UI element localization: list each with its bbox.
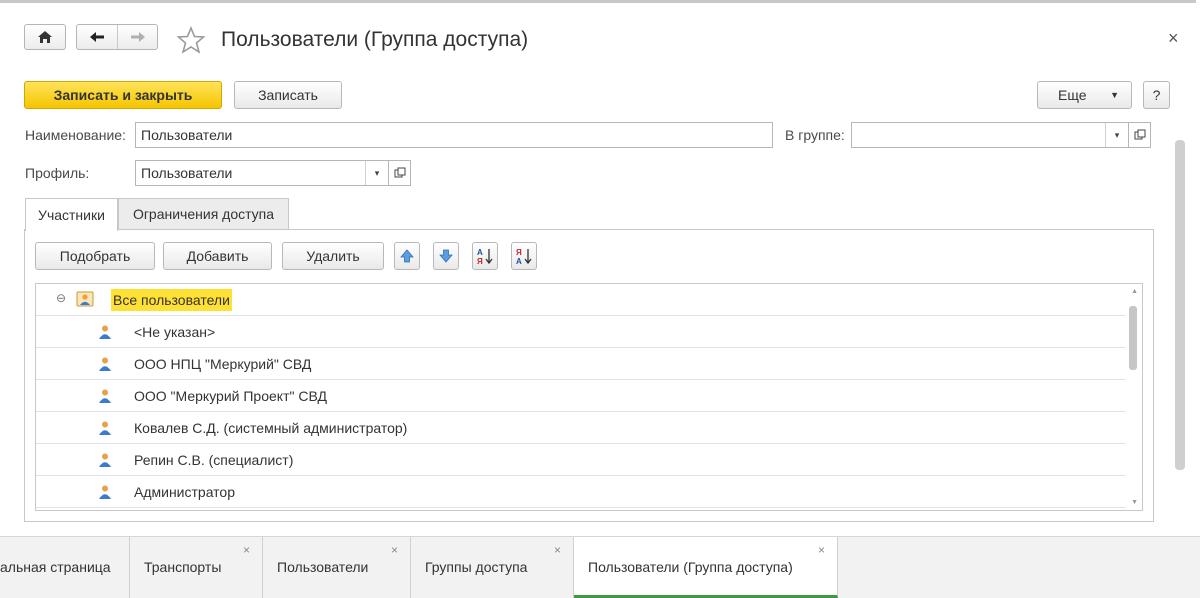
profile-open-button[interactable]	[389, 160, 411, 186]
save-button[interactable]: Записать	[234, 81, 342, 109]
open-window-icon	[1134, 129, 1145, 140]
list-item[interactable]: Администратор	[36, 476, 1126, 508]
list-item-label: ООО "Меркурий Проект" СВД	[134, 388, 327, 404]
list-item[interactable]: ООО НПЦ "Меркурий" СВД	[36, 348, 1126, 380]
user-icon	[98, 388, 112, 407]
group-input[interactable]: ▾	[851, 122, 1129, 148]
close-icon[interactable]: ×	[1168, 28, 1179, 49]
arrow-down-icon	[439, 249, 453, 263]
group-label: В группе:	[785, 127, 845, 143]
group-dropdown-icon[interactable]: ▾	[1105, 123, 1128, 147]
list-item-label: Администратор	[134, 484, 236, 500]
root-label: Все пользователи	[111, 289, 232, 311]
back-button[interactable]	[77, 25, 118, 49]
close-icon[interactable]: ×	[818, 543, 825, 557]
sort-ascending-button[interactable]: А Я	[472, 242, 498, 270]
user-icon	[98, 356, 112, 375]
window-tab-label: Пользователи (Группа доступа)	[588, 559, 793, 575]
sort-ascending-icon: А Я	[477, 248, 493, 266]
move-up-button[interactable]	[394, 242, 420, 270]
user-icon	[98, 452, 112, 471]
more-label: Еще	[1058, 87, 1087, 103]
list-item-root[interactable]: ⊖ Все пользователи	[36, 284, 1126, 316]
svg-text:Я: Я	[477, 257, 483, 266]
open-window-icon	[394, 167, 405, 178]
open-windows-bar: альная страница Транспорты × Пользовател…	[0, 536, 1200, 598]
user-icon	[98, 420, 112, 439]
close-icon[interactable]: ×	[554, 543, 561, 557]
scroll-up-icon[interactable]: ▲	[1131, 288, 1138, 295]
home-icon	[38, 31, 52, 43]
page-title: Пользователи (Группа доступа)	[221, 28, 529, 51]
tab-members[interactable]: Участники	[25, 198, 118, 231]
window-tab-label: Пользователи	[277, 559, 369, 575]
window-top-border	[0, 0, 1196, 3]
profile-input[interactable]: Пользователи ▾	[135, 160, 389, 186]
arrow-right-icon	[131, 32, 145, 42]
user-icon	[98, 324, 112, 343]
name-input[interactable]: Пользователи	[135, 122, 773, 148]
delete-button[interactable]: Удалить	[282, 242, 384, 270]
history-nav	[76, 24, 158, 50]
window-tab-access-groups[interactable]: Группы доступа ×	[411, 537, 574, 598]
list-item-label: Репин С.В. (специалист)	[134, 452, 294, 468]
profile-dropdown-icon[interactable]: ▾	[365, 161, 388, 185]
close-icon[interactable]: ×	[391, 543, 398, 557]
save-and-close-button[interactable]: Записать и закрыть	[24, 81, 222, 109]
window-tab-transports[interactable]: Транспорты ×	[130, 537, 263, 598]
svg-text:Я: Я	[516, 248, 522, 257]
user-group-icon	[76, 290, 94, 311]
arrow-up-icon	[400, 249, 414, 263]
arrow-left-icon	[90, 32, 104, 42]
list-item[interactable]: <Не указан>	[36, 316, 1126, 348]
favorite-star-icon[interactable]	[176, 25, 206, 57]
more-menu-button[interactable]: Еще ▼	[1037, 81, 1132, 109]
pick-button[interactable]: Подобрать	[35, 242, 155, 270]
list-item-label: <Не указан>	[134, 324, 216, 340]
list-item-label: ООО НПЦ "Меркурий" СВД	[134, 356, 312, 372]
home-button[interactable]	[24, 24, 66, 50]
window-tab-users-access-group[interactable]: Пользователи (Группа доступа) ×	[574, 537, 838, 598]
svg-text:А: А	[477, 248, 483, 257]
list-item[interactable]: Репин С.В. (специалист)	[36, 444, 1126, 476]
user-icon	[98, 484, 112, 503]
list-item[interactable]: Ковалев С.Д. (системный администратор)	[36, 412, 1126, 444]
window-tab-label: альная страница	[0, 559, 111, 575]
chevron-down-icon: ▼	[1110, 90, 1119, 100]
sort-descending-icon: Я А	[516, 248, 532, 266]
form-scrollbar-thumb[interactable]	[1175, 140, 1185, 470]
list-item-label: Ковалев С.Д. (системный администратор)	[134, 420, 408, 436]
window-tab-users[interactable]: Пользователи ×	[263, 537, 411, 598]
forward-button[interactable]	[118, 25, 158, 49]
group-open-button[interactable]	[1129, 122, 1151, 148]
scroll-down-icon[interactable]: ▼	[1131, 499, 1138, 506]
add-button[interactable]: Добавить	[163, 242, 272, 270]
profile-value: Пользователи	[141, 165, 233, 181]
close-icon[interactable]: ×	[243, 543, 250, 557]
window-tab-label: Группы доступа	[425, 559, 528, 575]
list-item[interactable]: ООО "Меркурий Проект" СВД	[36, 380, 1126, 412]
collapse-icon[interactable]: ⊖	[56, 291, 66, 305]
window-tab-label: Транспорты	[144, 559, 222, 575]
name-label: Наименование:	[25, 127, 126, 143]
help-button[interactable]: ?	[1143, 81, 1170, 109]
scroll-thumb[interactable]	[1129, 306, 1137, 370]
profile-label: Профиль:	[25, 165, 90, 181]
list-scrollbar[interactable]: ▲ ▼	[1126, 284, 1142, 510]
sort-descending-button[interactable]: Я А	[511, 242, 537, 270]
svg-text:А: А	[516, 257, 522, 266]
window-tab-home[interactable]: альная страница	[0, 537, 130, 598]
members-list[interactable]: ⊖ Все пользователи <Не указан> ООО НПЦ "М…	[35, 283, 1143, 511]
move-down-button[interactable]	[433, 242, 459, 270]
tab-access-restrictions[interactable]: Ограничения доступа	[118, 198, 289, 230]
